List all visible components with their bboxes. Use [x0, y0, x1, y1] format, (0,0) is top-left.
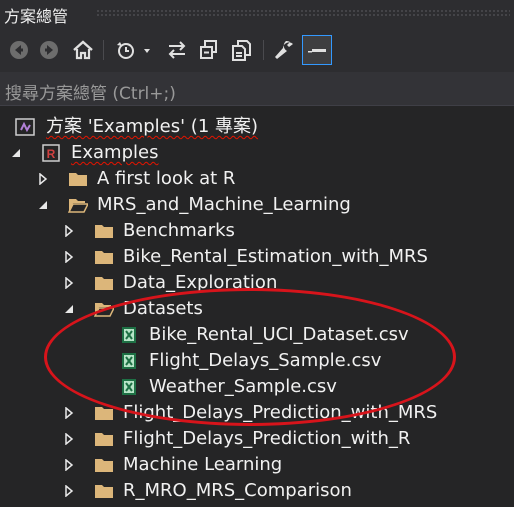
tree-item-label: Datasets [123, 298, 203, 319]
home-icon [73, 40, 93, 60]
folder-icon [95, 407, 113, 420]
solution-tree: 方案 'Examples' (1 專案) R Examples A first … [0, 106, 514, 507]
expanded-arrow-icon[interactable] [63, 303, 75, 315]
sync-button[interactable] [164, 35, 190, 65]
toolbar [0, 28, 514, 72]
collapsed-arrow-icon[interactable] [63, 433, 75, 445]
arrow-left-circle-icon [10, 41, 28, 59]
properties-button[interactable] [271, 35, 297, 65]
collapse-all-icon [200, 40, 217, 59]
tree-item-label: MRS_and_Machine_Learning [97, 194, 351, 215]
tree-item-folder[interactable]: Benchmarks [0, 218, 514, 244]
preview-button[interactable] [302, 35, 332, 65]
tree-item-folder[interactable]: Flight_Delays_Prediction_with_MRS [0, 400, 514, 426]
tree-item-label: Weather_Sample.csv [149, 376, 337, 397]
tree-item-project[interactable]: R Examples [0, 140, 514, 166]
collapsed-arrow-icon[interactable] [63, 251, 75, 263]
sync-arrows-icon [168, 41, 186, 59]
folder-open-icon [94, 303, 114, 317]
solution-label: 方案 'Examples' (1 專案) [46, 116, 259, 137]
tree-item-label: Bike_Rental_UCI_Dataset.csv [149, 324, 409, 345]
collapsed-arrow-icon[interactable] [63, 407, 75, 419]
folder-icon [95, 277, 113, 290]
collapsed-arrow-icon[interactable] [63, 459, 75, 471]
solution-icon [15, 118, 35, 136]
folder-icon [69, 173, 87, 186]
tree-item-label: Data_Exploration [123, 272, 278, 293]
tree-item-folder[interactable]: Flight_Delays_Prediction_with_R [0, 426, 514, 452]
collapsed-arrow-icon[interactable] [63, 277, 75, 289]
search-placeholder: 搜尋方案總管 (Ctrl+;) [5, 84, 176, 104]
title-grip[interactable] [96, 9, 510, 17]
project-label: Examples [71, 142, 159, 163]
tree-item-folder[interactable]: Data_Exploration [0, 270, 514, 296]
expanded-arrow-icon[interactable] [37, 199, 49, 211]
tree-item-solution[interactable]: 方案 'Examples' (1 專案) [0, 114, 514, 140]
expanded-arrow-icon[interactable] [10, 147, 22, 159]
folder-icon [95, 485, 113, 498]
collapsed-arrow-icon[interactable] [63, 485, 75, 497]
tree-item-folder[interactable]: Datasets [0, 296, 514, 322]
tree-item-label: Flight_Delays_Sample.csv [149, 350, 382, 371]
tree-item-file[interactable]: Flight_Delays_Sample.csv [0, 348, 514, 374]
show-all-files-button[interactable] [228, 35, 254, 65]
history-icon [117, 42, 150, 59]
tree-item-label: A first look at R [97, 168, 236, 189]
arrow-right-circle-icon [40, 41, 58, 59]
tree-item-label: Benchmarks [123, 220, 235, 241]
excel-csv-icon [122, 379, 136, 395]
excel-csv-icon [122, 327, 136, 343]
tree-item-label: R_MRO_MRS_Comparison [123, 480, 352, 501]
tree-item-folder[interactable]: R_MRO_MRS_Comparison [0, 478, 514, 504]
svg-text:R: R [47, 147, 56, 161]
folder-icon [95, 251, 113, 264]
tree-item-label: Bike_Rental_Estimation_with_MRS [123, 246, 428, 267]
folder-icon [95, 225, 113, 238]
tree-item-folder[interactable]: Machine Learning [0, 452, 514, 478]
search-input[interactable]: 搜尋方案總管 (Ctrl+;) [0, 72, 514, 106]
pending-changes-button[interactable] [112, 35, 156, 65]
collapse-all-button[interactable] [196, 35, 222, 65]
folder-open-icon [68, 199, 88, 213]
folder-icon [95, 459, 113, 472]
forward-button[interactable] [37, 35, 61, 65]
tree-item-folder[interactable]: Bike_Rental_Estimation_with_MRS [0, 244, 514, 270]
tree-item-folder[interactable]: MRS_and_Machine_Learning [0, 192, 514, 218]
tree-item-label: Machine Learning [123, 454, 283, 475]
tree-item-file[interactable]: Bike_Rental_UCI_Dataset.csv [0, 322, 514, 348]
toolbar-separator [103, 40, 104, 60]
folder-icon [95, 433, 113, 446]
home-button[interactable] [70, 35, 96, 65]
tree-item-label: Flight_Delays_Prediction_with_MRS [123, 402, 438, 423]
collapsed-arrow-icon[interactable] [37, 173, 49, 185]
toolbar-separator [263, 40, 264, 60]
wrench-icon [275, 40, 293, 59]
excel-csv-icon [122, 353, 136, 369]
tree-item-file[interactable]: Weather_Sample.csv [0, 374, 514, 400]
copy-files-icon [232, 40, 251, 61]
preview-icon [308, 49, 326, 53]
collapsed-arrow-icon[interactable] [63, 225, 75, 237]
tree-item-folder[interactable]: A first look at R [0, 166, 514, 192]
tree-item-label: Flight_Delays_Prediction_with_R [123, 428, 411, 449]
panel-title: 方案總管 [4, 7, 69, 26]
back-button[interactable] [7, 35, 31, 65]
r-project-icon: R [42, 144, 60, 162]
panel-title-bar: 方案總管 [0, 0, 514, 28]
